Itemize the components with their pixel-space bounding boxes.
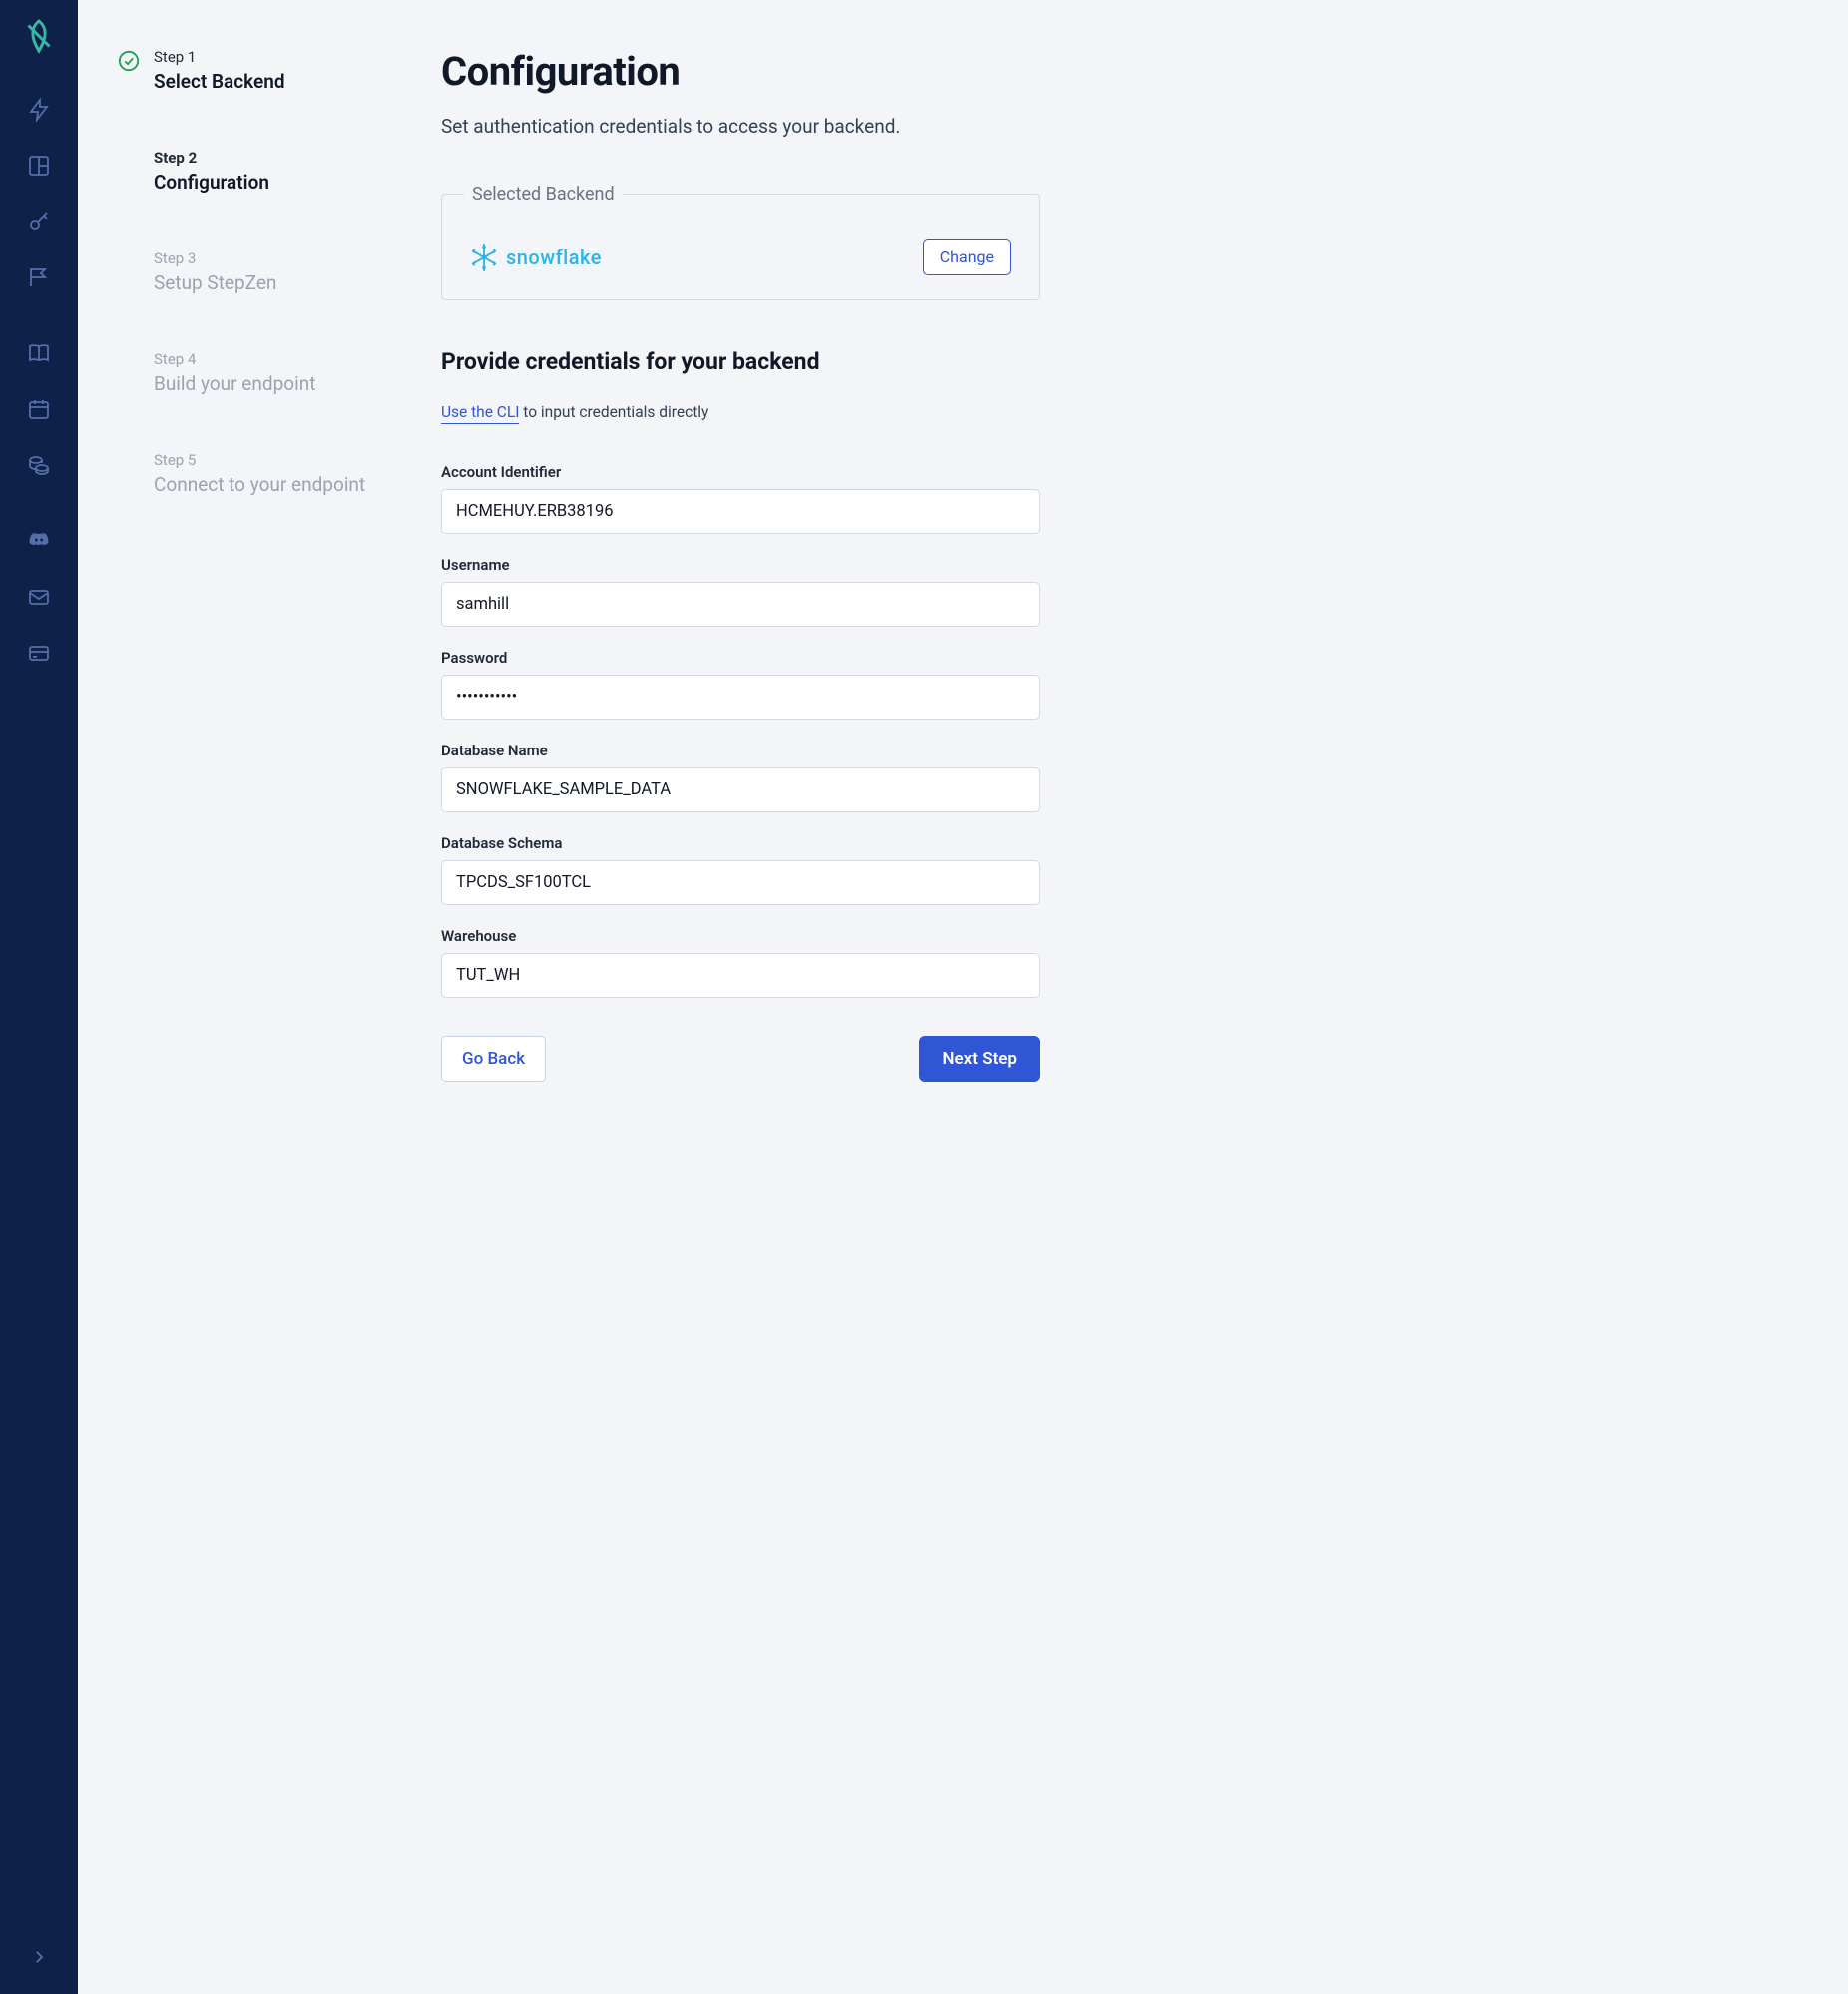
sidebar-group-tertiary [0, 527, 78, 667]
step-3: Step 3 Setup StepZen [118, 249, 401, 294]
calendar-icon[interactable] [25, 395, 53, 423]
sidebar [0, 0, 78, 1994]
label-username: Username [441, 556, 1040, 574]
field-username: Username [441, 556, 1040, 627]
change-backend-button[interactable]: Change [923, 239, 1011, 275]
label-warehouse: Warehouse [441, 927, 1040, 945]
input-warehouse[interactable] [441, 953, 1040, 998]
field-database-schema: Database Schema [441, 834, 1040, 905]
flag-icon[interactable] [25, 263, 53, 291]
input-database-schema[interactable] [441, 860, 1040, 905]
credentials-heading: Provide credentials for your backend [441, 348, 1040, 375]
lightning-icon[interactable] [25, 96, 53, 124]
steps-column: Step 1 Select Backend Step 2 Configurati… [78, 0, 441, 1994]
input-account-identifier[interactable] [441, 489, 1040, 534]
app-logo [21, 18, 57, 54]
step-1[interactable]: Step 1 Select Backend [118, 48, 401, 93]
check-circle-icon [118, 50, 140, 72]
layout-icon[interactable] [25, 152, 53, 180]
step-title: Setup StepZen [154, 271, 276, 294]
field-warehouse: Warehouse [441, 927, 1040, 998]
sidebar-expand-toggle[interactable] [0, 1948, 78, 1966]
input-username[interactable] [441, 582, 1040, 627]
step-label: Step 2 [154, 149, 269, 167]
field-account-identifier: Account Identifier [441, 463, 1040, 534]
sidebar-group-primary [0, 96, 78, 291]
input-database-name[interactable] [441, 767, 1040, 812]
snowflake-icon [470, 244, 498, 271]
use-cli-link[interactable]: Use the CLI [441, 403, 519, 424]
go-back-button[interactable]: Go Back [441, 1036, 546, 1082]
label-database-schema: Database Schema [441, 834, 1040, 852]
page-subtitle: Set authentication credentials to access… [441, 115, 1040, 138]
main-content: Configuration Set authentication credent… [441, 0, 1080, 1994]
label-password: Password [441, 649, 1040, 667]
step-label: Step 4 [154, 350, 315, 368]
page-title: Configuration [441, 48, 1040, 95]
snowflake-logo: snowflake [470, 244, 602, 271]
step-4: Step 4 Build your endpoint [118, 350, 401, 395]
input-password[interactable] [441, 675, 1040, 720]
credentials-form: Account Identifier Username Password Dat… [441, 463, 1040, 998]
step-2: Step 2 Configuration [118, 149, 401, 194]
sidebar-group-secondary [0, 339, 78, 479]
key-icon[interactable] [25, 208, 53, 236]
cli-hint: Use the CLI to input credentials directl… [441, 403, 1040, 421]
book-icon[interactable] [25, 339, 53, 367]
label-account-identifier: Account Identifier [441, 463, 1040, 481]
step-5: Step 5 Connect to your endpoint [118, 451, 401, 496]
step-title: Build your endpoint [154, 372, 315, 395]
selected-backend-box: Selected Backend snowflake Change [441, 184, 1040, 300]
cli-hint-rest: to input credentials directly [519, 403, 708, 421]
card-icon[interactable] [25, 639, 53, 667]
discord-icon[interactable] [25, 527, 53, 555]
step-title: Select Backend [154, 70, 285, 93]
step-label: Step 5 [154, 451, 365, 469]
step-title: Configuration [154, 171, 269, 194]
coins-icon[interactable] [25, 451, 53, 479]
mail-icon[interactable] [25, 583, 53, 611]
backend-name: snowflake [506, 246, 602, 269]
field-password: Password [441, 649, 1040, 720]
selected-backend-legend: Selected Backend [464, 184, 623, 205]
bottom-actions: Go Back Next Step [441, 1036, 1040, 1082]
step-title: Connect to your endpoint [154, 473, 365, 496]
step-label: Step 1 [154, 48, 285, 66]
field-database-name: Database Name [441, 742, 1040, 812]
step-label: Step 3 [154, 249, 276, 267]
next-step-button[interactable]: Next Step [919, 1036, 1040, 1082]
label-database-name: Database Name [441, 742, 1040, 759]
